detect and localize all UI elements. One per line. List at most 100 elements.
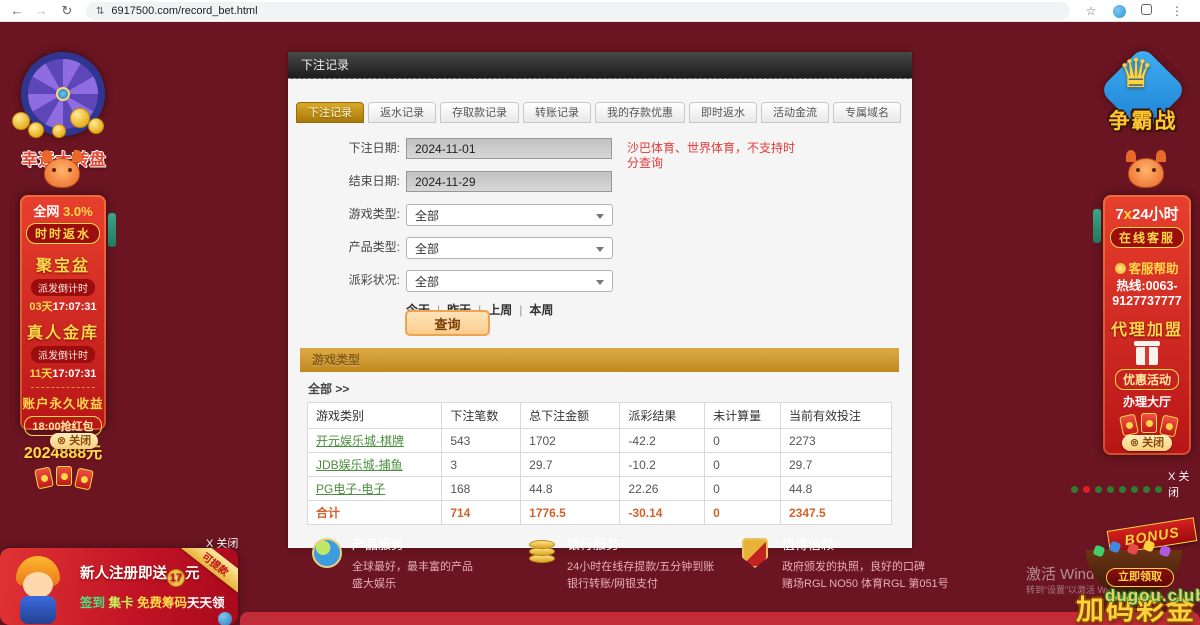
coin-icon [28, 122, 44, 138]
rebate-pill: 时时返水 [26, 223, 100, 244]
product-type-select[interactable]: 全部 [406, 237, 613, 259]
promo-pager-dots [1071, 486, 1162, 493]
bonus-banner[interactable]: BONUS 立即领取 加码彩金 [1066, 502, 1200, 625]
coin-icon [88, 118, 104, 134]
pager-dot[interactable] [1119, 486, 1126, 493]
label-payout-status: 派彩状况: [308, 270, 400, 291]
link-last-week[interactable]: 上周 [488, 303, 512, 317]
pager-dot[interactable] [1131, 486, 1138, 493]
address-bar[interactable]: ⇅ 6917500.com/record_bet.html [86, 2, 1070, 20]
service-hours: 7x24小时 [1103, 203, 1191, 224]
record-tabs: 下注记录 返水记录 存取款记录 转账记录 我的存款优惠 即时返水 活动金流 专属… [296, 102, 901, 123]
col-uncounted: 未计算量 [705, 403, 781, 429]
game-type-section-header: 游戏类型 [300, 348, 899, 372]
vault-title: 真人金库 [20, 319, 106, 343]
online-service-pill: 在线客服 [1110, 227, 1184, 248]
jubaopen-title: 聚宝盆 [20, 252, 106, 276]
col-bet-count: 下注笔数 [442, 403, 521, 429]
extensions-icon[interactable] [1137, 2, 1155, 20]
tab-transfer-records[interactable]: 转账记录 [523, 102, 591, 123]
bet-record-table: 游戏类别 下注笔数 总下注金额 派彩结果 未计算量 当前有效投注 开元娱乐城-棋… [307, 402, 892, 525]
globe-icon [312, 538, 342, 568]
label-game-type: 游戏类型: [308, 204, 400, 225]
tab-instant-rebate[interactable]: 即时返水 [689, 102, 757, 123]
tab-deposit-withdraw-records[interactable]: 存取款记录 [440, 102, 519, 123]
table-row: 开元娱乐城-棋牌 543 1702 -42.2 0 2273 [308, 429, 892, 453]
game-type-select[interactable]: 全部 [406, 204, 613, 226]
bet-date-input[interactable] [406, 138, 612, 159]
footer-title: 值得信赖 [782, 534, 1002, 553]
browser-globe-icon[interactable] [1110, 2, 1128, 20]
shield-icon [742, 538, 768, 568]
page-background: 幸运大转盘 全网 3.0% 时时返水 聚宝盆 派发倒计时 03天17:07:31… [0, 22, 1200, 625]
battle-banner[interactable]: ♛ 争霸战 [1090, 55, 1195, 155]
col-total-bet: 总下注金额 [521, 403, 620, 429]
bottom-marquee-strip[interactable] [240, 612, 1200, 625]
battle-title: 争霸战 [1088, 105, 1198, 135]
menu-dots-icon[interactable]: ⋮ [1168, 2, 1186, 20]
chevron-down-icon [596, 214, 604, 219]
product-type-value: 全部 [415, 240, 439, 257]
tab-bet-records[interactable]: 下注记录 [296, 102, 364, 123]
right-promo-scroll[interactable]: 7x24小时 在线客服 客服帮助 热线:0063-9127737777 代理加盟… [1103, 195, 1191, 455]
left-promo-scroll[interactable]: 全网 3.0% 时时返水 聚宝盆 派发倒计时 03天17:07:31 真人金库 … [20, 195, 106, 430]
table-total-row: 合计 714 1776.5 -30.14 0 2347.5 [308, 501, 892, 525]
countdown-label-2: 派发倒计时 [31, 346, 95, 363]
hotline-number: 热线:0063-9127737777 [1103, 279, 1191, 309]
url-text[interactable]: 6917500.com/record_bet.html [111, 5, 257, 17]
payout-status-value: 全部 [415, 273, 439, 290]
tab-rebate-records[interactable]: 返水记录 [368, 102, 436, 123]
game-link-jdb[interactable]: JDB娱乐城-捕鱼 [316, 458, 403, 472]
reload-icon[interactable]: ↻ [58, 2, 76, 20]
screen: ← → ↻ ⇅ 6917500.com/record_bet.html ☆ ⋮ … [0, 0, 1200, 625]
tab-activity-flow[interactable]: 活动金流 [761, 102, 829, 123]
game-link-kaiyuan[interactable]: 开元娱乐城-棋牌 [316, 434, 404, 448]
end-date-input[interactable] [406, 171, 612, 192]
col-game-category: 游戏类别 [308, 403, 442, 429]
coins-icon [527, 538, 557, 568]
col-payout-result: 派彩结果 [620, 403, 705, 429]
mascot-character [6, 556, 76, 625]
agent-join-title: 代理加盟 [1103, 316, 1191, 340]
site-info-icon[interactable]: ⇅ [96, 6, 104, 17]
tab-deposit-promos[interactable]: 我的存款优惠 [595, 102, 685, 123]
pager-dot[interactable] [1143, 486, 1150, 493]
pager-dot[interactable] [1155, 486, 1162, 493]
search-button[interactable]: 查询 [405, 310, 490, 336]
service-hall-label: 办理大厅 [1103, 393, 1191, 410]
browser-toolbar: ← → ↻ ⇅ 6917500.com/record_bet.html ☆ ⋮ [0, 0, 1200, 22]
right-x-close-button[interactable]: X 关闭 [1168, 468, 1200, 500]
gift-icon [1136, 347, 1158, 365]
tab-exclusive-domain[interactable]: 专属域名 [833, 102, 901, 123]
new-user-subline: 签到 集卡 免费筹码天天领 [80, 592, 236, 611]
coin-17-icon: 17 [167, 569, 185, 587]
service-help: 客服帮助 [1103, 258, 1191, 277]
sports-query-note: 沙巴体育、世界体育，不支持时分查询 [627, 141, 797, 171]
bet-record-panel: 下注记录 下注记录 返水记录 存取款记录 转账记录 我的存款优惠 即时返水 活动… [288, 52, 912, 548]
game-type-value: 全部 [415, 207, 439, 224]
game-link-pg[interactable]: PG电子-电子 [316, 482, 385, 496]
forward-icon[interactable]: → [32, 2, 50, 20]
claim-now-button[interactable]: 立即领取 [1106, 568, 1174, 587]
table-header-row: 游戏类别 下注笔数 总下注金额 派彩结果 未计算量 当前有效投注 [308, 403, 892, 429]
pager-dot-active[interactable] [1083, 486, 1090, 493]
new-user-banner[interactable]: 新人注册即送17元 签到 集卡 免费筹码天天领 可提款 [0, 548, 238, 625]
tassel-decoration [1093, 209, 1101, 243]
crown-icon: ♛ [1118, 51, 1154, 97]
back-icon[interactable]: ← [8, 2, 26, 20]
table-row: PG电子-电子 168 44.8 22.26 0 44.8 [308, 477, 892, 501]
link-this-week[interactable]: 本周 [529, 303, 553, 317]
countdown-label-1: 派发倒计时 [31, 279, 95, 296]
table-row: JDB娱乐城-捕鱼 3 29.7 -10.2 0 29.7 [308, 453, 892, 477]
left-scroll-close-button[interactable]: ⊗ 关闭 [50, 433, 98, 449]
payout-status-select[interactable]: 全部 [406, 270, 613, 292]
tassel-decoration [108, 213, 116, 247]
pager-dot[interactable] [1095, 486, 1102, 493]
pager-dot[interactable] [1107, 486, 1114, 493]
bookmark-star-icon[interactable]: ☆ [1082, 2, 1100, 20]
pager-dot[interactable] [1071, 486, 1078, 493]
chevron-down-icon [596, 247, 604, 252]
chevron-down-icon [596, 280, 604, 285]
filter-all-link[interactable]: 全部 >> [308, 380, 349, 397]
right-scroll-close-button[interactable]: ⊗ 关闭 [1122, 435, 1172, 451]
